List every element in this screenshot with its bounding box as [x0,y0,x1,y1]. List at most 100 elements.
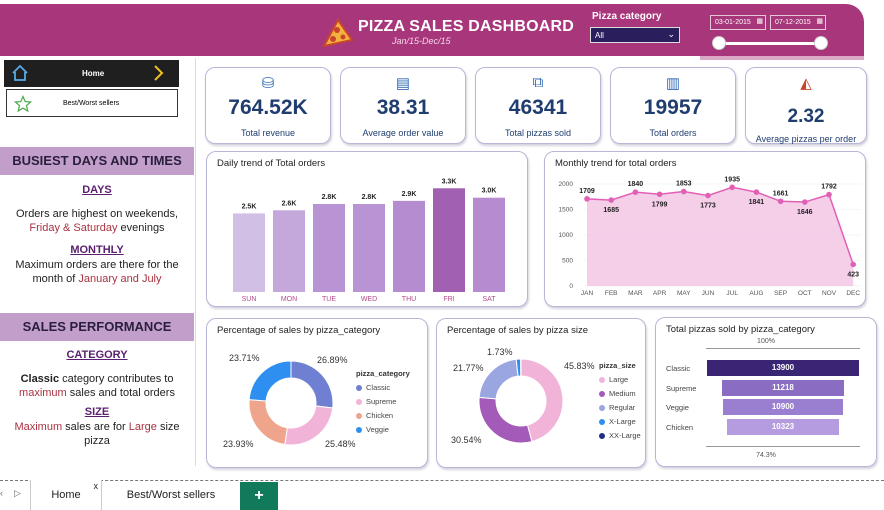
category-donut-slice [248,360,292,402]
funnel-title: Total pizzas sold by pizza_category [666,324,815,335]
daily-bar [273,210,305,292]
donut-value-label: 23.93% [223,439,254,449]
kpi-card-total-orders: ▥ 19957 Total orders [610,67,736,144]
monthly-point [681,188,687,195]
monthly-point [777,198,784,205]
section-sales-title: SALES PERFORMANCE [0,313,194,341]
kpi-card-revenue: ⛁ 764.52K Total revenue [205,67,331,144]
funnel-bottom-line [706,446,860,447]
daily-x-tick: WED [361,296,377,303]
monthly-point [802,199,808,205]
pizzas-by-category-panel: Total pizzas sold by pizza_category 100%… [655,317,877,467]
daily-bar-label: 2.9K [402,191,417,198]
donut-value-label: 30.54% [451,435,482,445]
nav-home-button[interactable]: Home [4,60,179,87]
monthly-point-label: 1799 [652,201,668,208]
star-icon [13,94,33,115]
monthly-point-label: 1792 [821,184,837,191]
legend-title: pizza_category [356,369,410,378]
monthly-point [608,197,614,203]
funnel-bar: 10323 [726,418,840,435]
monthly-point-label: 1841 [749,199,765,206]
daily-x-tick: SAT [482,296,496,303]
monthly-heading: MONTHLY [70,244,124,256]
pizza-logo-icon [320,16,356,57]
date-start-input[interactable]: 03-01-2015 ▦ [710,15,766,30]
category-text-line1: Classic category contributes to [20,373,174,385]
add-page-button[interactable]: + [240,482,278,510]
tab-best-worst[interactable]: Best/Worst sellers [104,480,238,510]
daily-bar [473,197,505,292]
month-x-tick: DEC [846,290,860,297]
pizza-box-icon: ⧉ [532,74,544,91]
category-pct-panel: Percentage of sales by pizza_category 26… [206,318,428,468]
category-text-line2: maximum sales and total orders [19,387,175,399]
kpi-card-avg-pizzas: ◭ 2.32 Average pizzas per order [745,67,867,144]
daily-bar [233,213,265,292]
nav-best-worst-label: Best/Worst sellers [63,100,120,107]
category-filter-label: Pizza category [592,11,662,22]
daily-trend-panel: Daily trend of Total orders 2.5K SUN 2.6K M… [206,151,528,307]
size-donut-slice [478,358,519,400]
date-range-slider[interactable] [718,42,822,45]
tab-home[interactable]: Home x [30,480,102,510]
monthly-point-label: 1853 [676,180,692,187]
monthly-text-line2: month of January and July [32,273,162,285]
y-tick-label: 2000 [559,181,574,188]
daily-trend-chart: 2.5K SUN 2.6K MON 2.8K TUE 2.8K WED 2.9K THU 3.3K F… [233,178,505,303]
category-filter-value: All [595,31,604,40]
monthly-point [656,191,663,198]
monthly-point-label: 1661 [773,190,789,197]
close-icon[interactable]: x [94,471,99,501]
legend-item: XX-Large [599,431,641,440]
month-x-tick: MAR [628,290,643,297]
funnel-category-label: Classic [666,364,691,373]
revenue-icon: ⛁ [261,75,275,92]
y-tick-label: 1000 [559,232,574,239]
days-text-line1: Orders are highest on weekends, [15,208,179,220]
chevron-down-icon: ⌄ [667,29,675,39]
monthly-trend-panel: Monthly trend for total orders 0 500 1000 1… [544,151,866,307]
donut-value-label: 21.77% [453,363,484,373]
category-heading: CATEGORY [66,349,128,361]
donut-value-label: 1.73% [487,347,513,357]
daily-bar-label: 2.6K [282,200,297,207]
month-x-tick: AUG [749,290,763,297]
kpi-label: Total pizzas sold [504,128,572,138]
legend-title: pizza_size [599,361,636,370]
monthly-point [850,261,856,268]
slider-start-handle[interactable] [712,36,726,50]
daily-bar [393,200,425,292]
date-end-input[interactable]: 07-12-2015 ▦ [770,15,826,30]
busiest-section-body: DAYS Orders are highest on weekends, Fri… [0,184,194,285]
funnel-bar: 10900 [723,399,843,415]
daily-x-tick: THU [402,296,416,303]
size-heading: SIZE [84,406,110,418]
legend-item: Regular [599,403,641,412]
header-shadow [700,56,864,60]
daily-bar-label: 2.5K [242,203,257,210]
monthly-point-label: 1646 [797,209,813,216]
monthly-trend-chart: 0 500 1000 1500 2000 1709 JAN 1685 FEB 1840 MAR 179… [559,176,862,297]
daily-x-tick: TUE [322,296,336,303]
slider-end-handle[interactable] [814,36,828,50]
kpi-value: 764.52K [228,96,308,119]
category-filter-select[interactable]: All ⌄ [590,27,680,43]
tab-scroll-right-icon[interactable]: ▷ [14,488,21,499]
tab-scroll-left-icon[interactable]: ‹ [0,488,3,498]
date-start-value: 03-01-2015 [715,19,751,26]
daily-bar [433,188,465,292]
legend-item: Large [599,375,641,384]
home-icon [10,63,30,85]
legend-item: Supreme [356,397,410,406]
daily-bar-label: 2.8K [322,194,337,201]
nav-best-worst-button[interactable]: Best/Worst sellers [6,89,178,117]
daily-bar-label: 3.3K [442,178,457,185]
daily-bar-label: 3.0K [482,188,497,195]
kpi-label: Average pizzas per order [755,134,857,144]
daily-bar [313,204,345,292]
calendar-icon: ▦ [816,18,823,25]
month-x-tick: OCT [798,290,812,297]
monthly-point [826,191,832,198]
tab-home-label: Home [51,489,81,501]
